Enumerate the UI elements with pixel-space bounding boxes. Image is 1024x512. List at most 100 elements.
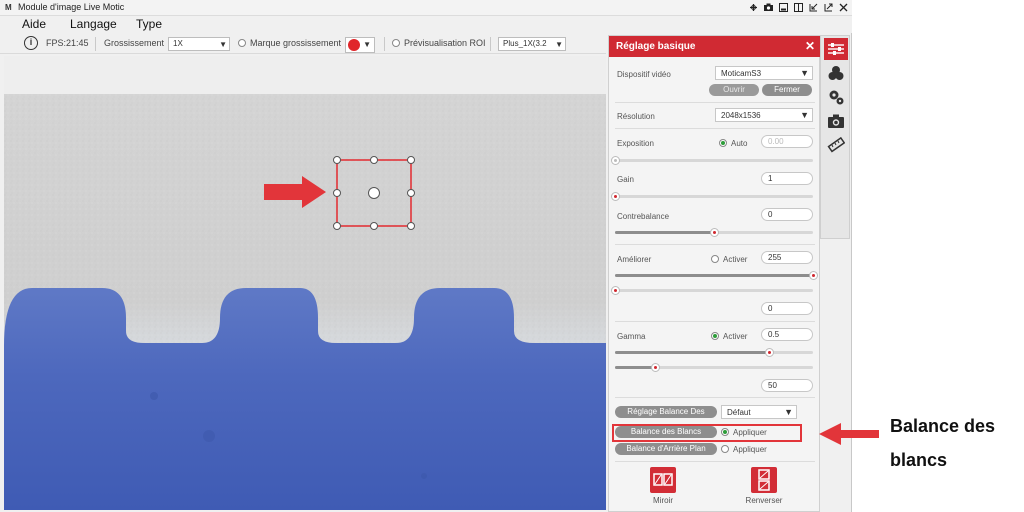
gain-slider[interactable] <box>611 192 813 201</box>
chevron-down-icon: ▼ <box>555 40 563 49</box>
contrast-slider-knob[interactable] <box>710 228 719 237</box>
menu-item-type[interactable]: Type <box>136 17 162 31</box>
gamma-slider-1-fill <box>615 351 770 354</box>
annotation-line-2: blancs <box>890 450 948 470</box>
gamma-input[interactable]: 0.5 <box>761 328 813 341</box>
roi-preview-label: Prévisualisation ROI <box>404 38 486 48</box>
video-device-select[interactable]: MoticamS3 ▼ <box>715 66 813 80</box>
open-button[interactable]: Ouvrir <box>709 84 759 96</box>
info-icon[interactable]: i <box>24 36 38 50</box>
contrast-input[interactable]: 0 <box>761 208 813 221</box>
exposure-label: Exposition <box>617 139 654 148</box>
window-title: Module d'image Live Motic <box>18 2 125 12</box>
improve-slider-2-knob[interactable] <box>611 286 620 295</box>
panel-title: Réglage basique <box>616 41 696 52</box>
video-device-label: Dispositif vidéo <box>617 70 671 79</box>
menu-item-aide[interactable]: Aide <box>22 17 46 31</box>
plus-select[interactable]: Plus_1X(3.2 ▼ <box>498 37 566 51</box>
improve-slider-2[interactable] <box>611 286 813 295</box>
fps-readout: FPS:21:45 <box>46 38 89 48</box>
left-arrow-annotation-icon <box>819 423 879 445</box>
flip-icon <box>758 469 770 491</box>
video-device-value: MoticamS3 <box>721 69 762 78</box>
gamma-slider-2[interactable] <box>615 363 813 372</box>
background-balance-apply-radio[interactable] <box>721 445 729 453</box>
restore-down-icon[interactable] <box>807 1 820 14</box>
toolbar-separator <box>490 37 491 51</box>
improve-slider-1[interactable] <box>615 271 818 280</box>
split-icon[interactable] <box>792 1 805 14</box>
wb-setting-select[interactable]: Défaut ▼ <box>721 405 797 419</box>
divider <box>615 321 815 322</box>
mirror-button[interactable] <box>650 467 676 493</box>
exposure-auto-label: Auto <box>731 139 748 148</box>
chevron-down-icon: ▼ <box>784 407 793 417</box>
gears-icon[interactable] <box>824 86 848 108</box>
resolution-select[interactable]: 2048x1536 ▼ <box>715 108 813 122</box>
roi-preview-radio[interactable] <box>392 39 400 47</box>
improve-slider-1-knob[interactable] <box>809 271 818 280</box>
contrast-slider-fill <box>615 231 714 234</box>
mark-magnification-label: Marque grossissement <box>250 38 342 48</box>
gamma-slider-1[interactable] <box>615 348 813 357</box>
white-balance-highlight <box>612 424 802 442</box>
window-controls <box>747 1 850 15</box>
monitor-icon[interactable] <box>777 1 790 14</box>
improve-slider-1-fill <box>615 274 813 277</box>
improve-input[interactable]: 255 <box>761 251 813 264</box>
divider <box>615 244 815 245</box>
menu-item-langage[interactable]: Langage <box>70 17 117 31</box>
gamma-input-2[interactable]: 50 <box>761 379 813 392</box>
exposure-slider-knob[interactable] <box>611 156 620 165</box>
gamma-slider-2-fill <box>615 366 655 369</box>
flip-label: Renverser <box>745 496 783 505</box>
mark-magnification-radio[interactable] <box>238 39 246 47</box>
background-balance-apply-label: Appliquer <box>733 445 767 454</box>
gamma-slider-1-knob[interactable] <box>765 348 775 357</box>
gain-slider-knob[interactable] <box>611 192 620 201</box>
chevron-down-icon: ▼ <box>363 40 371 49</box>
title-bar: M Module d'image Live Motic <box>0 0 852 16</box>
plus-value: Plus_1X(3.2 <box>503 39 547 48</box>
chevron-down-icon: ▼ <box>800 110 809 120</box>
gamma-activate-radio[interactable] <box>711 332 719 340</box>
exposure-slider[interactable] <box>611 156 813 165</box>
app-root: M Module d'image Live Motic Aide Langage… <box>0 0 1024 512</box>
side-tab-bar <box>820 35 850 239</box>
contrast-label: Contrebalance <box>617 212 670 221</box>
gain-input[interactable]: 1 <box>761 172 813 185</box>
gamma-activate-label: Activer <box>723 332 748 341</box>
toolbar-separator <box>384 37 385 51</box>
improve-activate-label: Activer <box>723 255 748 264</box>
menu-bar: Aide Langage Type <box>0 16 852 33</box>
close-device-button[interactable]: Fermer <box>762 84 812 96</box>
divider <box>615 128 815 129</box>
gamma-slider-2-knob[interactable] <box>650 363 660 372</box>
background-balance-button[interactable]: Balance d'Arrière Plan <box>615 443 717 455</box>
divider <box>615 397 815 398</box>
flip-button[interactable] <box>751 467 777 493</box>
improve-input-2[interactable]: 0 <box>761 302 813 315</box>
image-viewport[interactable] <box>4 56 606 510</box>
exposure-input[interactable]: 0.00 <box>761 135 813 148</box>
camera-icon[interactable] <box>824 110 848 132</box>
annotation-line-1: Balance des <box>890 416 996 436</box>
color-circles-icon[interactable] <box>824 62 848 84</box>
camera-icon[interactable] <box>762 1 775 14</box>
exposure-auto-radio[interactable] <box>719 139 727 147</box>
contrast-slider[interactable] <box>615 228 813 237</box>
wb-setting-value: Défaut <box>727 408 751 417</box>
improve-activate-radio[interactable] <box>711 255 719 263</box>
magnification-select[interactable]: 1X ▼ <box>168 37 230 51</box>
pin-icon[interactable] <box>747 1 760 14</box>
panel-header: Réglage basique ✕ <box>609 36 821 57</box>
gamma-label: Gamma <box>617 332 646 341</box>
sliders-icon[interactable] <box>824 38 848 60</box>
wb-setting-button[interactable]: Réglage Balance Des <box>615 406 717 418</box>
maximize-icon[interactable] <box>822 1 835 14</box>
chevron-down-icon: ▼ <box>800 68 809 78</box>
close-icon[interactable] <box>837 1 850 14</box>
ruler-icon[interactable] <box>824 134 848 156</box>
panel-close-icon[interactable]: ✕ <box>805 39 815 53</box>
resolution-value: 2048x1536 <box>721 111 761 120</box>
